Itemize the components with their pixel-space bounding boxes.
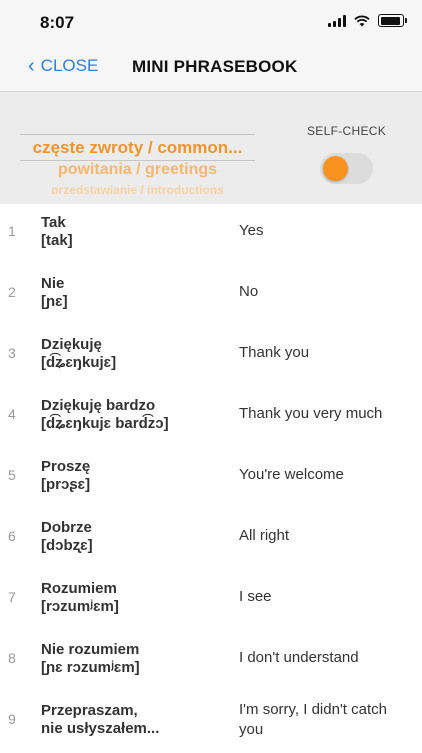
category-picker[interactable]: częste zwroty / common... powitania / gr… — [20, 128, 255, 194]
phrase-pronunciation: [prɔʂɛ] — [41, 476, 91, 493]
status-icons — [328, 14, 407, 27]
close-button[interactable]: ‹ CLOSE — [28, 56, 98, 76]
self-check-label: SELF-CHECK — [307, 124, 387, 138]
phrase-pronunciation: [ɲɛ] — [41, 293, 68, 310]
phrase-row[interactable]: 7 Rozumiem [rɔzumʲɛm] I see — [0, 570, 422, 631]
picker-option[interactable]: przedstawianie / introductions — [20, 183, 255, 194]
phrase-pronunciation: [rɔzumʲɛm] — [41, 598, 119, 615]
phrase-polish: Tak — [41, 214, 66, 231]
filter-panel: częste zwroty / common... powitania / gr… — [0, 92, 422, 204]
phrase-polish: Proszę — [41, 458, 91, 475]
phrase-row[interactable]: 8 Nie rozumiem [ɲɛ rɔzumʲɛm] I don't unders… — [0, 631, 422, 692]
phrase-row[interactable]: 5 Proszę [prɔʂɛ] You're welcome — [0, 448, 422, 509]
phrase-polish: Dziękuję — [41, 336, 102, 353]
phrase-number: 3 — [8, 345, 16, 361]
phrase-polish: Nie rozumiem — [41, 641, 140, 658]
phrase-polish: Przepraszam, — [41, 702, 138, 719]
phrase-number: 7 — [8, 589, 16, 605]
page-title: MINI PHRASEBOOK — [132, 57, 298, 76]
phrase-english: No — [239, 283, 259, 300]
phrase-english: I don't understand — [239, 649, 359, 666]
phrase-polish: Dobrze — [41, 519, 92, 536]
phrase-english: I see — [239, 588, 272, 605]
status-bar: 8:07 — [0, 0, 422, 44]
phrase-row[interactable]: 2 Nie [ɲɛ] No — [0, 265, 422, 326]
phrase-row[interactable]: 6 Dobrze [dɔbʐɛ] All right — [0, 509, 422, 570]
phrase-row[interactable]: 1 Tak [tak] Yes — [0, 204, 422, 265]
phrase-number: 9 — [8, 711, 16, 727]
phrase-english: Thank you very much — [239, 405, 383, 422]
close-label: CLOSE — [40, 56, 99, 75]
status-time: 8:07 — [40, 13, 75, 32]
phrase-pronunciation: [d͡ʑɛŋkujɛ bard͡zɔ] — [41, 415, 169, 432]
phrase-pronunciation: nie usłyszałem... — [41, 720, 160, 737]
phrase-polish: Nie — [41, 275, 65, 292]
wifi-icon — [354, 15, 370, 26]
phrase-list: 1 Tak [tak] Yes 2 Nie [ɲɛ] No 3 Dziękuję [d͡ʑɛŋkuj… — [0, 204, 422, 753]
phrase-number: 6 — [8, 528, 16, 544]
phrase-english: You're welcome — [239, 466, 344, 483]
phrase-row[interactable]: 4 Dziękuję bardzo [d͡ʑɛŋkujɛ bard͡zɔ] Thank… — [0, 387, 422, 448]
phrase-number: 2 — [8, 284, 16, 300]
phrase-english: Thank you — [239, 344, 310, 361]
phrase-polish: Dziękuję bardzo — [41, 397, 156, 414]
battery-icon — [378, 14, 407, 27]
phrase-pronunciation: [tak] — [41, 232, 73, 249]
signal-icon — [328, 14, 346, 27]
phrase-number: 5 — [8, 467, 16, 483]
phrase-pronunciation: [ɲɛ rɔzumʲɛm] — [41, 659, 140, 676]
phrase-english: All right — [239, 527, 290, 544]
navigation-bar: ‹ CLOSE MINI PHRASEBOOK — [0, 44, 422, 92]
picker-divider — [20, 134, 255, 135]
self-check-toggle[interactable] — [320, 153, 373, 184]
phrase-pronunciation: [dɔbʐɛ] — [41, 537, 93, 554]
phrase-number: 1 — [8, 223, 16, 239]
phrase-number: 8 — [8, 650, 16, 666]
phrase-english: Yes — [239, 222, 264, 239]
phrase-pronunciation: [d͡ʑɛŋkujɛ] — [41, 354, 117, 371]
picker-option[interactable]: powitania / greetings — [20, 161, 255, 179]
phrase-polish: Rozumiem — [41, 580, 117, 597]
chevron-left-icon: ‹ — [28, 55, 35, 77]
picker-selected-option[interactable]: częste zwroty / common... — [20, 138, 255, 158]
phrase-english: I'm sorry, I didn't catch you — [239, 701, 387, 738]
phrase-row[interactable]: 3 Dziękuję [d͡ʑɛŋkujɛ] Thank you — [0, 326, 422, 387]
toggle-knob — [323, 156, 348, 181]
phrase-row[interactable]: 9 Przepraszam, nie usłyszałem... I'm sorry,… — [0, 692, 422, 753]
phrase-number: 4 — [8, 406, 16, 422]
